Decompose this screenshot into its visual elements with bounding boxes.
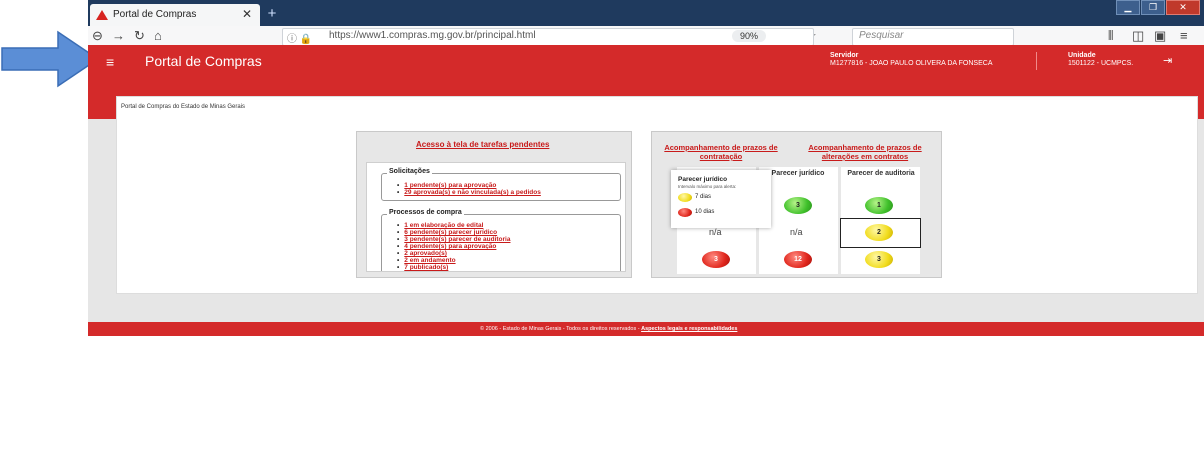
logout-icon[interactable]: ⇥ xyxy=(1163,54,1172,67)
reload-icon[interactable]: ↻ xyxy=(134,28,145,44)
search-input[interactable]: Pesquisar xyxy=(852,28,1014,46)
site-info-icon[interactable]: ⓘ 🔒 xyxy=(287,30,312,45)
tooltip-yellow-label: 7 dias xyxy=(695,194,712,200)
footer-text: © 2006 - Estado de Minas Gerais - Todos … xyxy=(480,326,737,332)
list-item[interactable]: 3 pendente(s) parecer de auditoria xyxy=(397,236,510,243)
pending-tasks-list: Solicitações 1 pendente(s) para aprovaçã… xyxy=(366,162,626,272)
col-header-juridico: Parecer jurídico xyxy=(771,170,825,177)
list-item[interactable]: 29 aprovada(s) e não vinculada(s) a pedi… xyxy=(397,189,541,196)
servidor-label: Servidor xyxy=(830,52,859,59)
list-item[interactable]: 6 pendente(s) parecer jurídico xyxy=(397,229,497,236)
servidor-value: M1277816 - JOAO PAULO OLIVERA DA FONSECA xyxy=(830,60,993,67)
maximize-icon[interactable]: ❐ xyxy=(1141,0,1165,15)
annotation-arrow-icon xyxy=(1,30,100,88)
hamburger-menu-icon[interactable]: ≡ xyxy=(106,54,114,70)
na-value: n/a xyxy=(709,227,722,237)
portal-favicon-icon xyxy=(96,10,108,20)
legal-link[interactable]: Aspectos legais e responsabilidades xyxy=(641,326,737,332)
list-item[interactable]: 7 publicado(s) xyxy=(397,264,448,271)
search-placeholder: Pesquisar xyxy=(859,30,904,41)
status-red-icon[interactable]: 3 xyxy=(702,251,730,268)
unidade-value: 1501122 - UCMPCS. xyxy=(1068,60,1134,67)
list-item[interactable]: 2 em andamento xyxy=(397,257,455,264)
pending-tasks-link[interactable]: Acesso à tela de tarefas pendentes xyxy=(416,140,549,149)
tab-title: Portal de Compras xyxy=(113,9,197,20)
close-window-icon[interactable]: ✕ xyxy=(1166,0,1200,15)
col-header-auditoria: Parecer de auditoria xyxy=(847,170,915,177)
list-item[interactable]: 2 aprovado(s) xyxy=(397,250,447,257)
status-yellow-icon[interactable]: 3 xyxy=(865,251,893,268)
na-value: n/a xyxy=(790,227,803,237)
copyright-text: © 2006 - Estado de Minas Gerais - Todos … xyxy=(480,326,642,332)
tooltip-subtitle: Intervalo máximo para alerta: xyxy=(678,184,737,189)
close-tab-icon[interactable]: ✕ xyxy=(242,7,252,21)
minimize-icon[interactable]: ▁ xyxy=(1116,0,1140,15)
status-green-icon[interactable]: 1 xyxy=(865,197,893,214)
header-divider xyxy=(1036,52,1037,70)
url-text[interactable]: https://www1.compras.mg.gov.br/principal… xyxy=(329,30,536,41)
solicitacoes-legend: Solicitações xyxy=(387,168,432,175)
window-controls: ▁ ❐ ✕ xyxy=(1116,0,1202,15)
tooltip-red-label: 10 dias xyxy=(695,209,715,215)
juridico-alert-tooltip: Parecer jurídico Intervalo máximo para a… xyxy=(671,170,771,228)
new-tab-icon[interactable]: + xyxy=(264,6,280,22)
list-item[interactable]: 1 em elaboração de edital xyxy=(397,222,483,229)
screenshot-icon[interactable]: ▣ xyxy=(1154,28,1166,44)
contratacao-deadline-link[interactable]: Acompanhamento de prazos de contratação xyxy=(661,143,781,161)
status-green-icon[interactable]: 3 xyxy=(784,197,812,214)
zoom-indicator[interactable]: 90% xyxy=(732,30,766,42)
red-dot-icon xyxy=(678,208,692,217)
tooltip-title: Parecer jurídico xyxy=(678,176,728,183)
breadcrumb: Portal de Compras do Estado de Minas Ger… xyxy=(121,104,246,110)
unidade-label: Unidade xyxy=(1068,52,1096,59)
home-icon[interactable]: ⌂ xyxy=(154,28,162,44)
forward-icon[interactable]: → xyxy=(112,28,125,44)
status-red-icon[interactable]: 12 xyxy=(784,251,812,268)
browser-tab[interactable]: Portal de Compras ✕ xyxy=(90,4,260,26)
app-title[interactable]: Portal de Compras xyxy=(145,53,262,69)
menu-icon[interactable]: ≡ xyxy=(1180,28,1188,44)
yellow-dot-icon xyxy=(678,193,692,202)
library-icon[interactable]: ⫴ xyxy=(1108,28,1113,44)
status-yellow-icon[interactable]: 2 xyxy=(865,224,893,241)
processos-legend: Processos de compra xyxy=(387,209,464,216)
list-item[interactable]: 1 pendente(s) para aprovação xyxy=(397,182,496,189)
list-item[interactable]: 4 pendente(s) para aprovação xyxy=(397,243,496,250)
sidebar-icon[interactable]: ◫ xyxy=(1132,28,1144,44)
alteracoes-deadline-link[interactable]: Acompanhamento de prazos de alterações e… xyxy=(800,143,930,161)
